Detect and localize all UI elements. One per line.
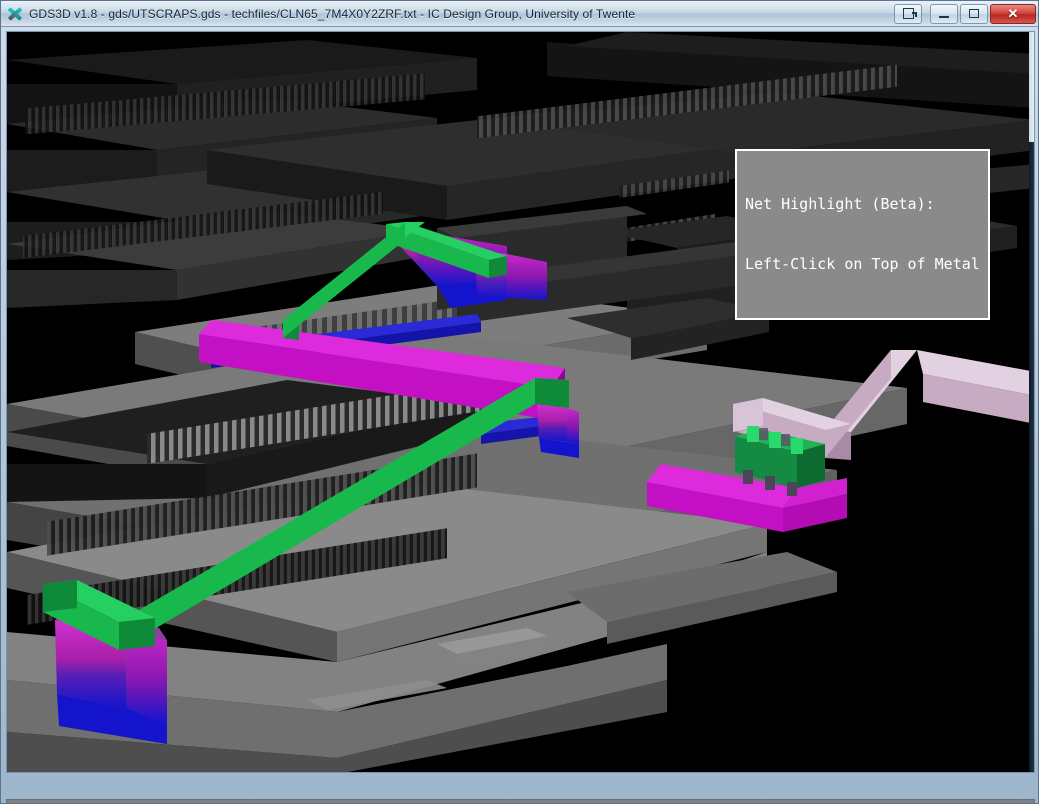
gdsii-3d-render[interactable]: [7, 32, 1034, 772]
minimize-icon: [939, 15, 949, 18]
maximize-icon: [969, 9, 979, 18]
scrollbar-thumb[interactable]: [1029, 32, 1034, 142]
restore-window-button[interactable]: [894, 3, 922, 24]
window-title: GDS3D v1.8 - gds/UTSCRAPS.gds - techfile…: [29, 6, 636, 21]
gds3d-window: GDS3D v1.8 - gds/UTSCRAPS.gds - techfile…: [0, 0, 1039, 804]
via-stack-mid-right: [537, 404, 579, 458]
minimize-window-button[interactable]: [930, 3, 958, 24]
status-bar: 3D GDSII Viewer - University of Twente -…: [6, 799, 1035, 803]
restore-icon: [902, 8, 917, 19]
tooltip-line-1: Net Highlight (Beta):: [745, 195, 935, 213]
tooltip-line-2: Left-Click on Top of Metal: [745, 255, 980, 273]
net-highlight-tooltip: Net Highlight (Beta): Left-Click on Top …: [735, 149, 990, 320]
viewport-right-scrollbar[interactable]: [1029, 32, 1034, 772]
gdsii-3d-scene[interactable]: Net Highlight (Beta): Left-Click on Top …: [7, 32, 1034, 772]
maximize-window-button[interactable]: [960, 3, 988, 24]
client-area: Net Highlight (Beta): Left-Click on Top …: [1, 27, 1038, 803]
gds3d-x-icon: [6, 5, 24, 23]
title-bar[interactable]: GDS3D v1.8 - gds/UTSCRAPS.gds - techfile…: [1, 1, 1038, 27]
close-icon: ✕: [1007, 6, 1019, 21]
gl-viewport-frame: Net Highlight (Beta): Left-Click on Top …: [6, 31, 1035, 773]
window-controls: ✕: [892, 3, 1036, 25]
close-window-button[interactable]: ✕: [990, 3, 1036, 24]
